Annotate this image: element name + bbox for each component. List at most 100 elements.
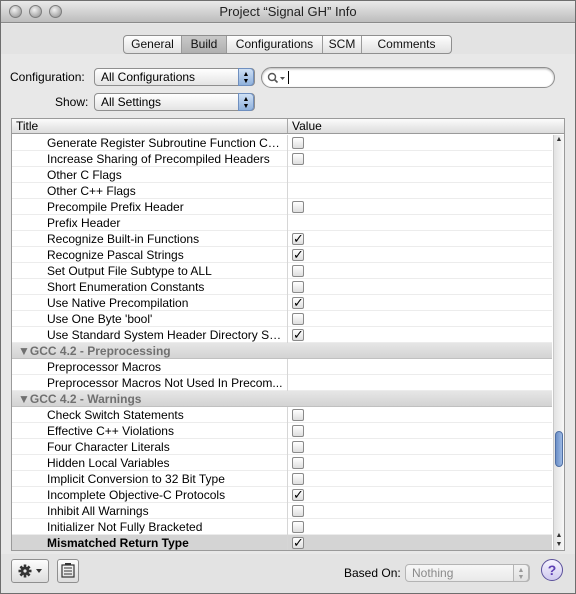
setting-checkbox[interactable] [292,521,304,533]
tab-configurations[interactable]: Configurations [227,36,323,53]
table-row[interactable]: Four Character Literals [12,439,552,455]
column-divider [287,359,288,375]
setting-checkbox[interactable] [292,457,304,469]
table-row[interactable]: Preprocessor Macros Not Used In Precom..… [12,375,552,391]
column-divider [287,503,288,519]
tab-scm[interactable]: SCM [323,36,362,53]
table-row[interactable]: Precompile Prefix Header [12,199,552,215]
group-name: GCC 4.2 - Preprocessing [29,344,171,358]
setting-title: Hidden Local Variables [47,456,170,470]
setting-checkbox[interactable] [292,201,304,213]
table-row[interactable]: Inhibit All Warnings [12,503,552,519]
setting-checkbox[interactable] [292,441,304,453]
title-bar[interactable]: Project “Signal GH” Info [1,1,575,23]
table-row[interactable]: Check Switch Statements [12,407,552,423]
search-field[interactable] [261,67,555,88]
table-row[interactable]: Other C++ Flags [12,183,552,199]
column-divider [287,471,288,487]
table-row[interactable]: Prefix Header [12,215,552,231]
setting-checkbox[interactable]: ✓ [292,328,304,341]
scroll-up-arrow-icon[interactable]: ▲ [554,531,564,540]
column-divider [287,535,288,550]
disclosure-triangle-icon[interactable]: ▼ [18,344,30,358]
setting-title: Implicit Conversion to 32 Bit Type [47,472,225,486]
column-divider [287,487,288,503]
setting-checkbox[interactable]: ✓ [292,296,304,309]
tab-general[interactable]: General [124,36,182,53]
action-gear-button[interactable] [11,559,49,583]
setting-title: Use Native Precompilation [47,296,189,310]
setting-title: Generate Register Subroutine Function Ca… [47,136,283,150]
column-divider [287,231,288,247]
setting-title: Effective C++ Violations [47,424,174,438]
table-row[interactable]: Effective C++ Violations [12,423,552,439]
setting-checkbox[interactable]: ✓ [292,488,304,501]
column-header-title[interactable]: Title [12,119,288,133]
table-row[interactable]: Initializer Not Fully Bracketed [12,519,552,535]
setting-title: Incomplete Objective-C Protocols [47,488,226,502]
search-icon[interactable] [267,72,287,84]
scroll-up-arrow-icon[interactable]: ▲ [554,135,564,144]
table-row[interactable]: Set Output File Subtype to ALL [12,263,552,279]
column-divider [287,263,288,279]
column-divider [287,311,288,327]
table-row[interactable]: Generate Register Subroutine Function Ca… [12,135,552,151]
show-popup[interactable]: All Settings ▲ ▼ [94,93,255,111]
setting-checkbox[interactable] [292,409,304,421]
table-row[interactable]: Recognize Pascal Strings ✓ [12,247,552,263]
table-row[interactable]: Increase Sharing of Precompiled Headers [12,151,552,167]
setting-checkbox[interactable] [292,137,304,149]
tab-build[interactable]: Build [182,36,227,53]
configuration-value: All Configurations [101,70,196,84]
table-row[interactable]: Incomplete Objective-C Protocols ✓ [12,487,552,503]
table-row[interactable]: Use Native Precompilation ✓ [12,295,552,311]
table-header: Title Value [12,119,564,134]
setting-checkbox[interactable] [292,153,304,165]
setting-checkbox[interactable]: ✓ [292,536,304,549]
setting-checkbox[interactable] [292,313,304,325]
column-divider [287,519,288,535]
table-row[interactable]: Preprocessor Macros [12,359,552,375]
setting-title: Preprocessor Macros Not Used In Precom..… [47,376,283,390]
table-row[interactable]: Recognize Built-in Functions ✓ [12,231,552,247]
setting-title: Short Enumeration Constants [47,280,205,294]
table-row[interactable]: Other C Flags [12,167,552,183]
window-title: Project “Signal GH” Info [219,4,357,19]
table-row[interactable]: Use Standard System Header Directory Se.… [12,327,552,343]
scroll-thumb[interactable] [555,431,563,467]
setting-title: Use Standard System Header Directory Se.… [47,328,283,342]
setting-checkbox[interactable] [292,281,304,293]
group-header-row[interactable]: ▼GCC 4.2 - Preprocessing [12,343,552,359]
column-divider [287,279,288,295]
based-on-popup[interactable]: Nothing ▲ ▼ [405,564,530,582]
column-divider [287,375,288,391]
setting-checkbox[interactable]: ✓ [292,232,304,245]
setting-checkbox[interactable] [292,265,304,277]
based-on-label: Based On: [344,566,401,580]
column-divider [287,215,288,231]
table-row[interactable]: Mismatched Return Type ✓ [12,535,552,550]
column-header-value[interactable]: Value [288,119,552,133]
vertical-scrollbar[interactable]: ▲ ▲ ▼ [553,135,564,550]
setting-checkbox[interactable] [292,473,304,485]
group-header-row[interactable]: ▼GCC 4.2 - Warnings [12,391,552,407]
inspector-list-button[interactable] [57,559,79,583]
show-value: All Settings [101,95,162,109]
setting-checkbox[interactable] [292,505,304,517]
group-header-label: ▼GCC 4.2 - Preprocessing [18,343,171,359]
help-button[interactable]: ? [541,559,563,581]
table-row[interactable]: Hidden Local Variables [12,455,552,471]
setting-checkbox[interactable]: ✓ [292,248,304,261]
table-row[interactable]: Use One Byte 'bool' [12,311,552,327]
setting-title: Four Character Literals [47,440,170,454]
setting-checkbox[interactable] [292,425,304,437]
column-divider [287,423,288,439]
table-row[interactable]: Implicit Conversion to 32 Bit Type [12,471,552,487]
table-row[interactable]: Short Enumeration Constants [12,279,552,295]
column-divider [287,295,288,311]
tab-comments[interactable]: Comments [362,36,451,53]
search-input[interactable] [290,70,540,85]
disclosure-triangle-icon[interactable]: ▼ [18,392,30,406]
scroll-down-arrow-icon[interactable]: ▼ [554,540,564,549]
configuration-popup[interactable]: All Configurations ▲ ▼ [94,68,255,86]
